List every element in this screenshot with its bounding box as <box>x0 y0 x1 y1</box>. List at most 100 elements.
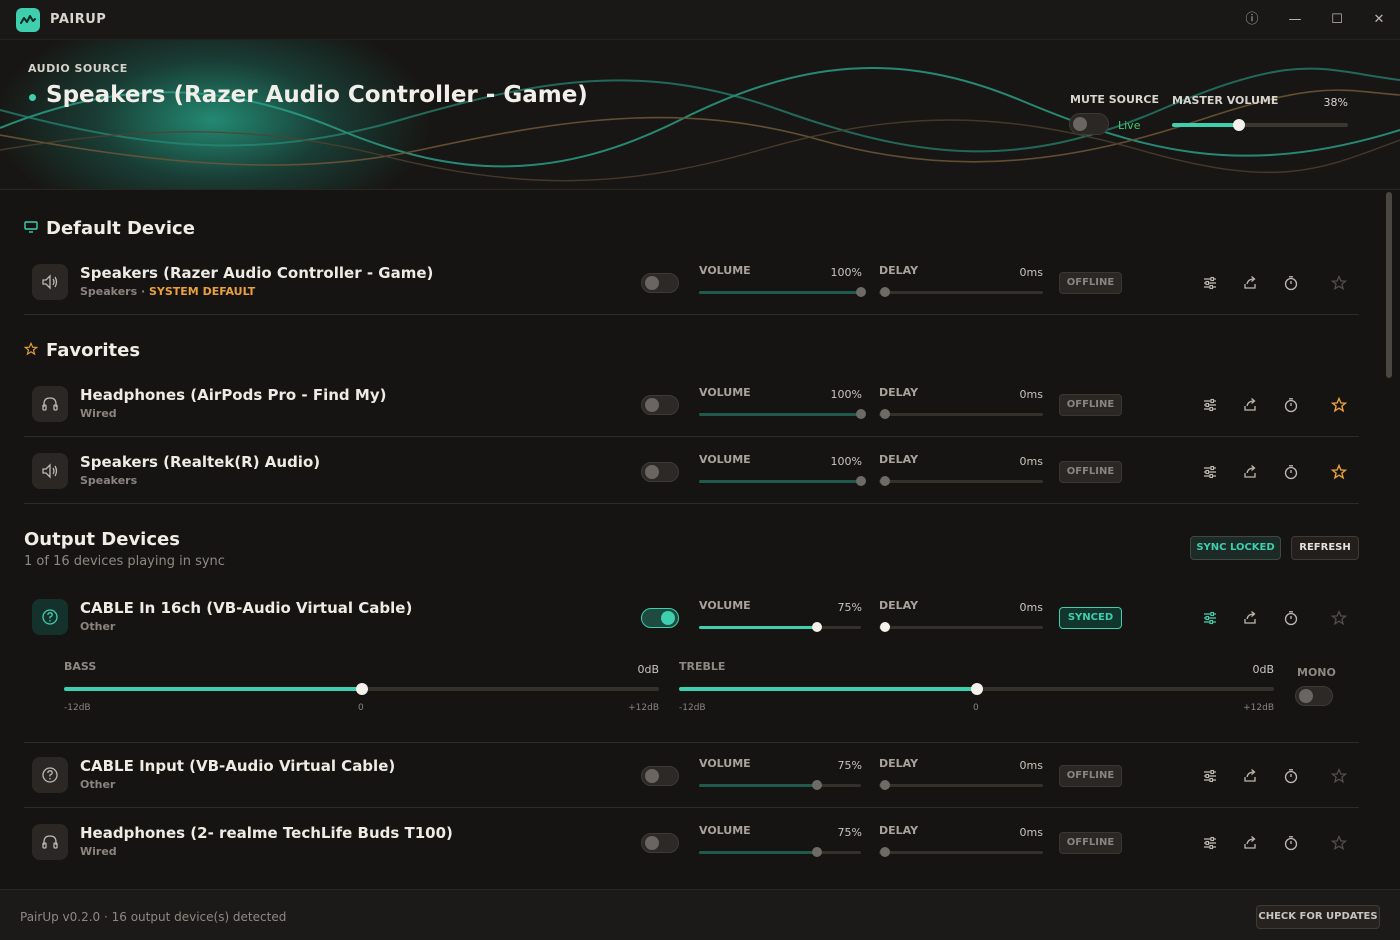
system-default-badge: SYSTEM DEFAULT <box>148 285 256 298</box>
device-enable-toggle[interactable] <box>641 462 679 482</box>
bass-knob[interactable] <box>355 683 368 695</box>
treble-slider[interactable] <box>679 683 1274 695</box>
master-volume-fill <box>1172 123 1239 127</box>
share-button[interactable] <box>1239 607 1261 629</box>
eq-settings-button[interactable] <box>1199 461 1221 483</box>
treble-knob[interactable] <box>970 683 983 695</box>
favorite-button[interactable] <box>1328 272 1350 294</box>
star-icon <box>1331 397 1347 413</box>
delay-slider[interactable] <box>879 476 1043 486</box>
favorite-button[interactable] <box>1328 832 1350 854</box>
volume-slider[interactable] <box>699 287 866 297</box>
status-badge: SYNCED <box>1059 607 1122 629</box>
close-button[interactable]: ✕ <box>1365 8 1393 32</box>
star-icon <box>1331 768 1347 784</box>
delay-knob[interactable] <box>880 409 890 419</box>
volume-knob[interactable] <box>856 409 866 419</box>
refresh-button[interactable]: REFRESH <box>1291 536 1359 560</box>
delay-knob[interactable] <box>880 847 890 857</box>
eq-settings-button[interactable] <box>1199 272 1221 294</box>
status-footer: PairUp v0.2.0 · 16 output device(s) dete… <box>0 889 1400 940</box>
eq-panel: BASS 0dB -12dB 0 +12dB TREBLE 0dB -12dB … <box>24 649 1359 743</box>
delay-knob[interactable] <box>880 622 890 632</box>
eq-settings-button[interactable] <box>1199 394 1221 416</box>
headphones-icon <box>42 397 58 411</box>
share-button[interactable] <box>1239 394 1261 416</box>
section-title-outputs: Output Devices <box>24 529 180 550</box>
delay-slider[interactable] <box>879 847 1043 857</box>
device-name: CABLE In 16ch (VB-Audio Virtual Cable) <box>80 599 413 617</box>
master-volume-knob[interactable] <box>1232 119 1245 131</box>
volume-knob[interactable] <box>812 622 823 632</box>
bass-fill <box>64 687 362 691</box>
delay-slider[interactable] <box>879 287 1043 297</box>
volume-slider[interactable] <box>699 476 866 486</box>
bass-value: 0dB <box>637 663 659 676</box>
mono-label: MONO <box>1297 666 1336 679</box>
delay-label: DELAY <box>879 824 919 837</box>
master-volume-slider[interactable] <box>1172 119 1348 131</box>
favorite-button[interactable] <box>1328 607 1350 629</box>
share-icon <box>1244 769 1256 782</box>
delay-knob[interactable] <box>880 780 890 790</box>
volume-knob[interactable] <box>856 287 866 297</box>
timer-button[interactable] <box>1280 272 1302 294</box>
share-button[interactable] <box>1239 765 1261 787</box>
device-enable-toggle[interactable] <box>641 608 679 628</box>
star-icon <box>1331 275 1347 291</box>
live-indicator: Live <box>1118 119 1141 132</box>
audio-source-name[interactable]: Speakers (Razer Audio Controller - Game) <box>46 82 588 108</box>
device-row: Speakers (Realtek(R) Audio) Speakers VOL… <box>24 440 1359 504</box>
volume-slider[interactable] <box>699 622 861 632</box>
device-icon <box>32 453 68 489</box>
device-row: Headphones (AirPods Pro - Find My) Wired… <box>24 373 1359 437</box>
delay-slider[interactable] <box>879 622 1043 632</box>
check-for-updates-button[interactable]: CHECK FOR UPDATES <box>1256 905 1380 929</box>
timer-button[interactable] <box>1280 765 1302 787</box>
eq-settings-button[interactable] <box>1199 765 1221 787</box>
timer-button[interactable] <box>1280 832 1302 854</box>
volume-knob[interactable] <box>812 780 823 790</box>
device-enable-toggle[interactable] <box>641 395 679 415</box>
timer-button[interactable] <box>1280 607 1302 629</box>
device-enable-toggle[interactable] <box>641 273 679 293</box>
volume-slider[interactable] <box>699 847 861 857</box>
volume-value: 100% <box>830 388 862 401</box>
device-type: Other <box>80 620 116 633</box>
eq-settings-button[interactable] <box>1199 607 1221 629</box>
timer-button[interactable] <box>1280 394 1302 416</box>
device-list: Default Device Speakers (Razer Audio Con… <box>0 191 1384 889</box>
volume-label: VOLUME <box>699 386 751 399</box>
delay-slider[interactable] <box>879 409 1043 419</box>
mono-toggle[interactable] <box>1295 686 1333 706</box>
device-icon <box>32 757 68 793</box>
favorite-button[interactable] <box>1328 461 1350 483</box>
delay-slider[interactable] <box>879 780 1043 790</box>
volume-slider[interactable] <box>699 409 866 419</box>
bass-slider[interactable] <box>64 683 659 695</box>
eq-settings-button[interactable] <box>1199 832 1221 854</box>
timer-button[interactable] <box>1280 461 1302 483</box>
scrollbar[interactable] <box>1386 192 1392 378</box>
delay-knob[interactable] <box>880 287 890 297</box>
sync-locked-button[interactable]: SYNC LOCKED <box>1190 536 1281 560</box>
favorite-button[interactable] <box>1328 394 1350 416</box>
volume-knob[interactable] <box>812 847 823 857</box>
volume-slider[interactable] <box>699 780 861 790</box>
share-button[interactable] <box>1239 272 1261 294</box>
app-logo-icon <box>16 8 40 32</box>
info-icon[interactable]: ⓘ <box>1238 8 1266 32</box>
volume-knob[interactable] <box>856 476 866 486</box>
maximize-button[interactable]: ☐ <box>1323 8 1351 32</box>
share-button[interactable] <box>1239 832 1261 854</box>
device-enable-toggle[interactable] <box>641 766 679 786</box>
favorite-button[interactable] <box>1328 765 1350 787</box>
delay-knob[interactable] <box>880 476 890 486</box>
delay-value: 0ms <box>1019 455 1043 468</box>
minimize-button[interactable]: — <box>1281 8 1309 32</box>
device-enable-toggle[interactable] <box>641 833 679 853</box>
star-icon <box>24 342 38 356</box>
share-button[interactable] <box>1239 461 1261 483</box>
mute-source-toggle[interactable] <box>1069 113 1109 135</box>
headphones-icon <box>42 835 58 849</box>
